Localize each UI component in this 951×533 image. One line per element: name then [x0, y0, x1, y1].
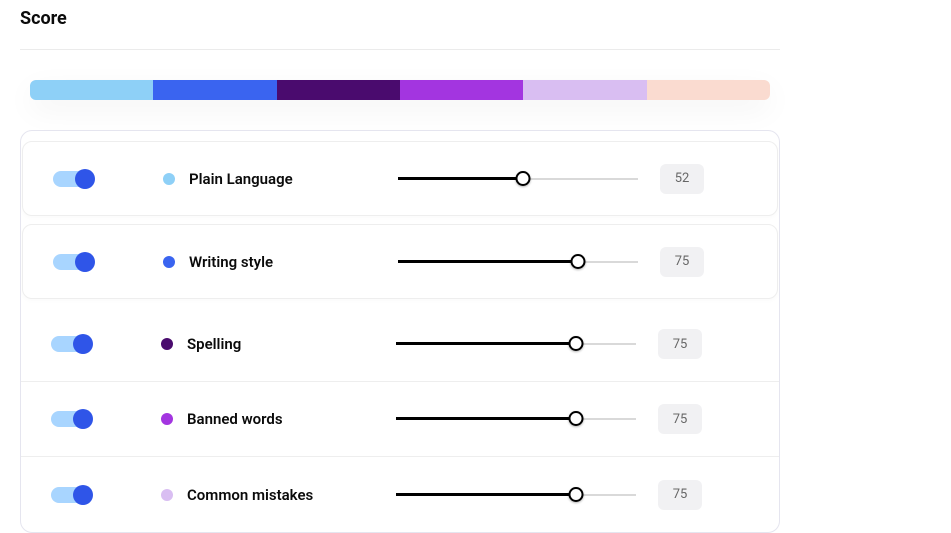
- slider-thumb[interactable]: [571, 254, 586, 269]
- metric-toggle[interactable]: [51, 487, 91, 503]
- toggle-knob: [73, 409, 93, 429]
- toggle-knob: [75, 252, 95, 272]
- toggle-knob: [75, 169, 95, 189]
- slider-area: [398, 169, 638, 189]
- metric-row: Spelling 75: [21, 307, 779, 382]
- color-segment: [400, 80, 523, 100]
- slider-area: [396, 409, 636, 429]
- metric-label: Common mistakes: [187, 486, 313, 504]
- slider-area: [396, 334, 636, 354]
- metric-toggle[interactable]: [53, 254, 93, 270]
- metric-value: 75: [660, 247, 704, 277]
- page-title: Score: [20, 8, 931, 29]
- metric-row: Writing style 75: [22, 224, 778, 299]
- color-segment: [153, 80, 276, 100]
- title-divider: [20, 49, 780, 50]
- metric-label-area: Banned words: [161, 410, 396, 428]
- metric-value: 75: [658, 329, 702, 359]
- color-segment: [523, 80, 646, 100]
- metric-label-area: Spelling: [161, 335, 396, 353]
- slider-thumb[interactable]: [569, 487, 584, 502]
- color-dot-icon: [161, 413, 173, 425]
- metric-value: 75: [658, 480, 702, 510]
- toggle-knob: [73, 485, 93, 505]
- slider-area: [398, 252, 638, 272]
- slider-fill: [398, 177, 523, 180]
- slider-fill: [396, 342, 576, 345]
- metric-label: Plain Language: [189, 170, 293, 188]
- metric-slider[interactable]: [398, 252, 638, 272]
- color-segment: [647, 80, 770, 100]
- slider-fill: [396, 493, 576, 496]
- slider-fill: [396, 417, 576, 420]
- metric-label-area: Writing style: [163, 253, 398, 271]
- metric-value: 75: [658, 404, 702, 434]
- metric-slider[interactable]: [396, 334, 636, 354]
- metric-toggle[interactable]: [53, 171, 93, 187]
- color-dot-icon: [163, 173, 175, 185]
- color-dot-icon: [163, 256, 175, 268]
- metrics-panel: Plain Language 52 Writing style 75: [20, 130, 780, 533]
- metric-slider[interactable]: [396, 409, 636, 429]
- color-segment: [277, 80, 400, 100]
- color-dot-icon: [161, 338, 173, 350]
- color-segment: [30, 80, 153, 100]
- slider-thumb[interactable]: [515, 171, 530, 186]
- metric-slider[interactable]: [398, 169, 638, 189]
- toggle-knob: [73, 334, 93, 354]
- metric-toggle[interactable]: [51, 336, 91, 352]
- score-color-bar: [30, 80, 770, 100]
- metric-toggle[interactable]: [51, 411, 91, 427]
- metric-label: Spelling: [187, 335, 241, 353]
- slider-fill: [398, 260, 578, 263]
- metric-label: Banned words: [187, 410, 283, 428]
- metric-row: Banned words 75: [21, 382, 779, 457]
- metric-row: Plain Language 52: [22, 141, 778, 216]
- metric-label-area: Common mistakes: [161, 486, 396, 504]
- metric-label-area: Plain Language: [163, 170, 398, 188]
- metric-slider[interactable]: [396, 485, 636, 505]
- slider-area: [396, 485, 636, 505]
- metric-label: Writing style: [189, 253, 273, 271]
- slider-thumb[interactable]: [569, 411, 584, 426]
- metric-value: 52: [660, 164, 704, 194]
- color-dot-icon: [161, 489, 173, 501]
- slider-thumb[interactable]: [569, 336, 584, 351]
